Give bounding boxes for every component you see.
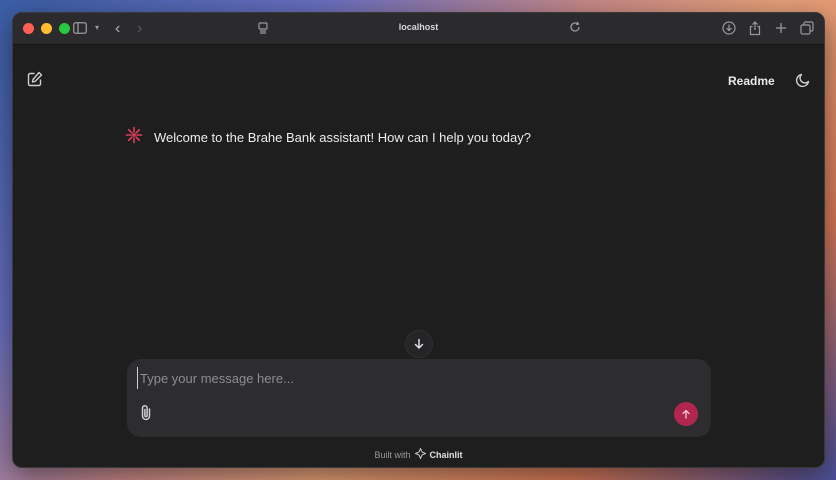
new-tab-icon[interactable]	[774, 20, 788, 36]
share-icon[interactable]	[748, 20, 762, 36]
paperclip-icon[interactable]	[139, 404, 153, 427]
new-chat-icon[interactable]	[27, 71, 43, 92]
message-input[interactable]	[137, 367, 637, 389]
readme-button[interactable]: Readme	[728, 74, 775, 88]
address-bar[interactable]: localhost	[13, 22, 824, 32]
assistant-message: Welcome to the Brahe Bank assistant! How…	[125, 126, 531, 149]
chainlit-logo-icon	[413, 447, 427, 461]
tab-overview-icon[interactable]	[800, 20, 814, 36]
arrow-up-icon	[682, 409, 690, 419]
chat-app: Readme Welcome to the Brahe Bank assista…	[13, 45, 824, 467]
message-composer	[127, 359, 711, 437]
browser-titlebar: ▾ ‹ › localhost	[13, 13, 824, 45]
arrow-down-icon	[414, 338, 424, 349]
built-with-text: Built with	[374, 449, 411, 460]
browser-toolbar-right	[722, 20, 814, 36]
chainlit-brand: Chainlit	[429, 449, 463, 460]
assistant-avatar-icon	[125, 126, 143, 149]
assistant-message-text: Welcome to the Brahe Bank assistant! How…	[154, 130, 531, 145]
built-with-footer[interactable]: Built with Chainlit	[13, 447, 824, 461]
send-button[interactable]	[674, 402, 698, 426]
browser-window: ▾ ‹ › localhost Readme Welcome to the Br…	[12, 12, 825, 468]
downloads-icon[interactable]	[722, 20, 736, 36]
moon-icon[interactable]	[795, 72, 811, 93]
reload-icon[interactable]	[569, 21, 581, 33]
scroll-to-bottom-button[interactable]	[405, 330, 433, 358]
